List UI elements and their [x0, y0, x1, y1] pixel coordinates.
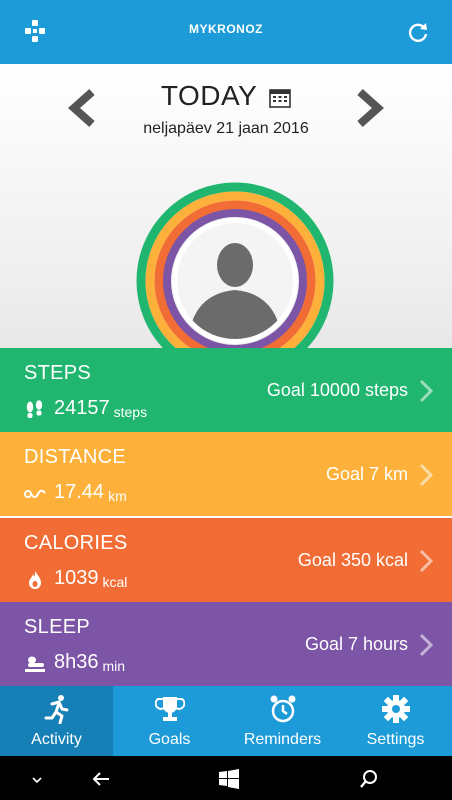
- app-bar: MYKRONOZ: [0, 0, 452, 64]
- bed-icon: [25, 656, 45, 672]
- flame-icon: [29, 571, 41, 589]
- steps-goal: Goal 10000 steps: [266, 380, 408, 400]
- chevron-right-icon: [419, 379, 434, 403]
- tab-goals[interactable]: Goals: [113, 686, 226, 756]
- calendar-icon[interactable]: [269, 88, 291, 108]
- chevron-right-icon: [419, 549, 434, 573]
- distance-unit: km: [108, 488, 127, 504]
- tab-goals-label: Goals: [148, 731, 191, 748]
- calories-label: CALORIES: [24, 532, 128, 554]
- steps-unit: steps: [113, 404, 148, 420]
- date-title-text: TODAY: [160, 80, 257, 111]
- bottom-tab-bar: Activity Goals Reminders Settings: [0, 686, 452, 756]
- system-nav-bar: [0, 756, 452, 800]
- runner-icon: [44, 695, 68, 724]
- sleep-value: 8h36: [54, 651, 99, 673]
- alarm-clock-icon: [270, 695, 295, 723]
- sleep-label: SLEEP: [24, 616, 90, 638]
- calories-goal: Goal 350 kcal: [297, 550, 408, 570]
- steps-value: 24157: [54, 397, 110, 419]
- brand-logo: MYKRONOZ: [189, 22, 263, 36]
- refresh-icon[interactable]: [406, 20, 430, 44]
- steps-label: STEPS: [24, 362, 92, 384]
- steps-row[interactable]: STEPS 24157 steps Goal 10000 steps: [0, 348, 452, 432]
- tab-activity-label: Activity: [31, 731, 82, 748]
- calories-row[interactable]: CALORIES 1039 kcal Goal 350 kcal: [0, 518, 452, 602]
- chevron-right-icon: [419, 463, 434, 487]
- chevron-right-icon: [419, 633, 434, 657]
- date-header: TODAY neljapäev 21 jaan 2016: [0, 64, 452, 380]
- calories-value: 1039: [54, 567, 99, 589]
- distance-row[interactable]: DISTANCE 17.44 km Goal 7 km: [0, 432, 452, 516]
- sleep-goal: Goal 7 hours: [304, 634, 408, 654]
- distance-goal: Goal 7 km: [325, 464, 408, 484]
- distance-label: DISTANCE: [24, 446, 127, 468]
- windows-icon[interactable]: [218, 768, 240, 790]
- tab-settings-label: Settings: [366, 731, 425, 748]
- next-day-button[interactable]: [352, 88, 386, 128]
- gear-icon: [381, 695, 410, 723]
- tab-reminders[interactable]: Reminders: [226, 686, 339, 756]
- distance-value: 17.44: [54, 481, 105, 503]
- footprints-icon: [26, 400, 43, 418]
- sleep-row[interactable]: SLEEP 8h36 min Goal 7 hours: [0, 602, 452, 686]
- sleep-unit: min: [102, 658, 126, 674]
- tab-activity[interactable]: Activity: [0, 686, 113, 756]
- calories-unit: kcal: [102, 574, 128, 590]
- tab-reminders-label: Reminders: [243, 731, 322, 748]
- search-icon[interactable]: [358, 768, 380, 790]
- tab-settings[interactable]: Settings: [339, 686, 452, 756]
- chevron-down-icon[interactable]: [26, 768, 48, 790]
- back-icon[interactable]: [90, 768, 112, 790]
- trophy-icon: [154, 697, 185, 721]
- route-icon: [24, 489, 46, 498]
